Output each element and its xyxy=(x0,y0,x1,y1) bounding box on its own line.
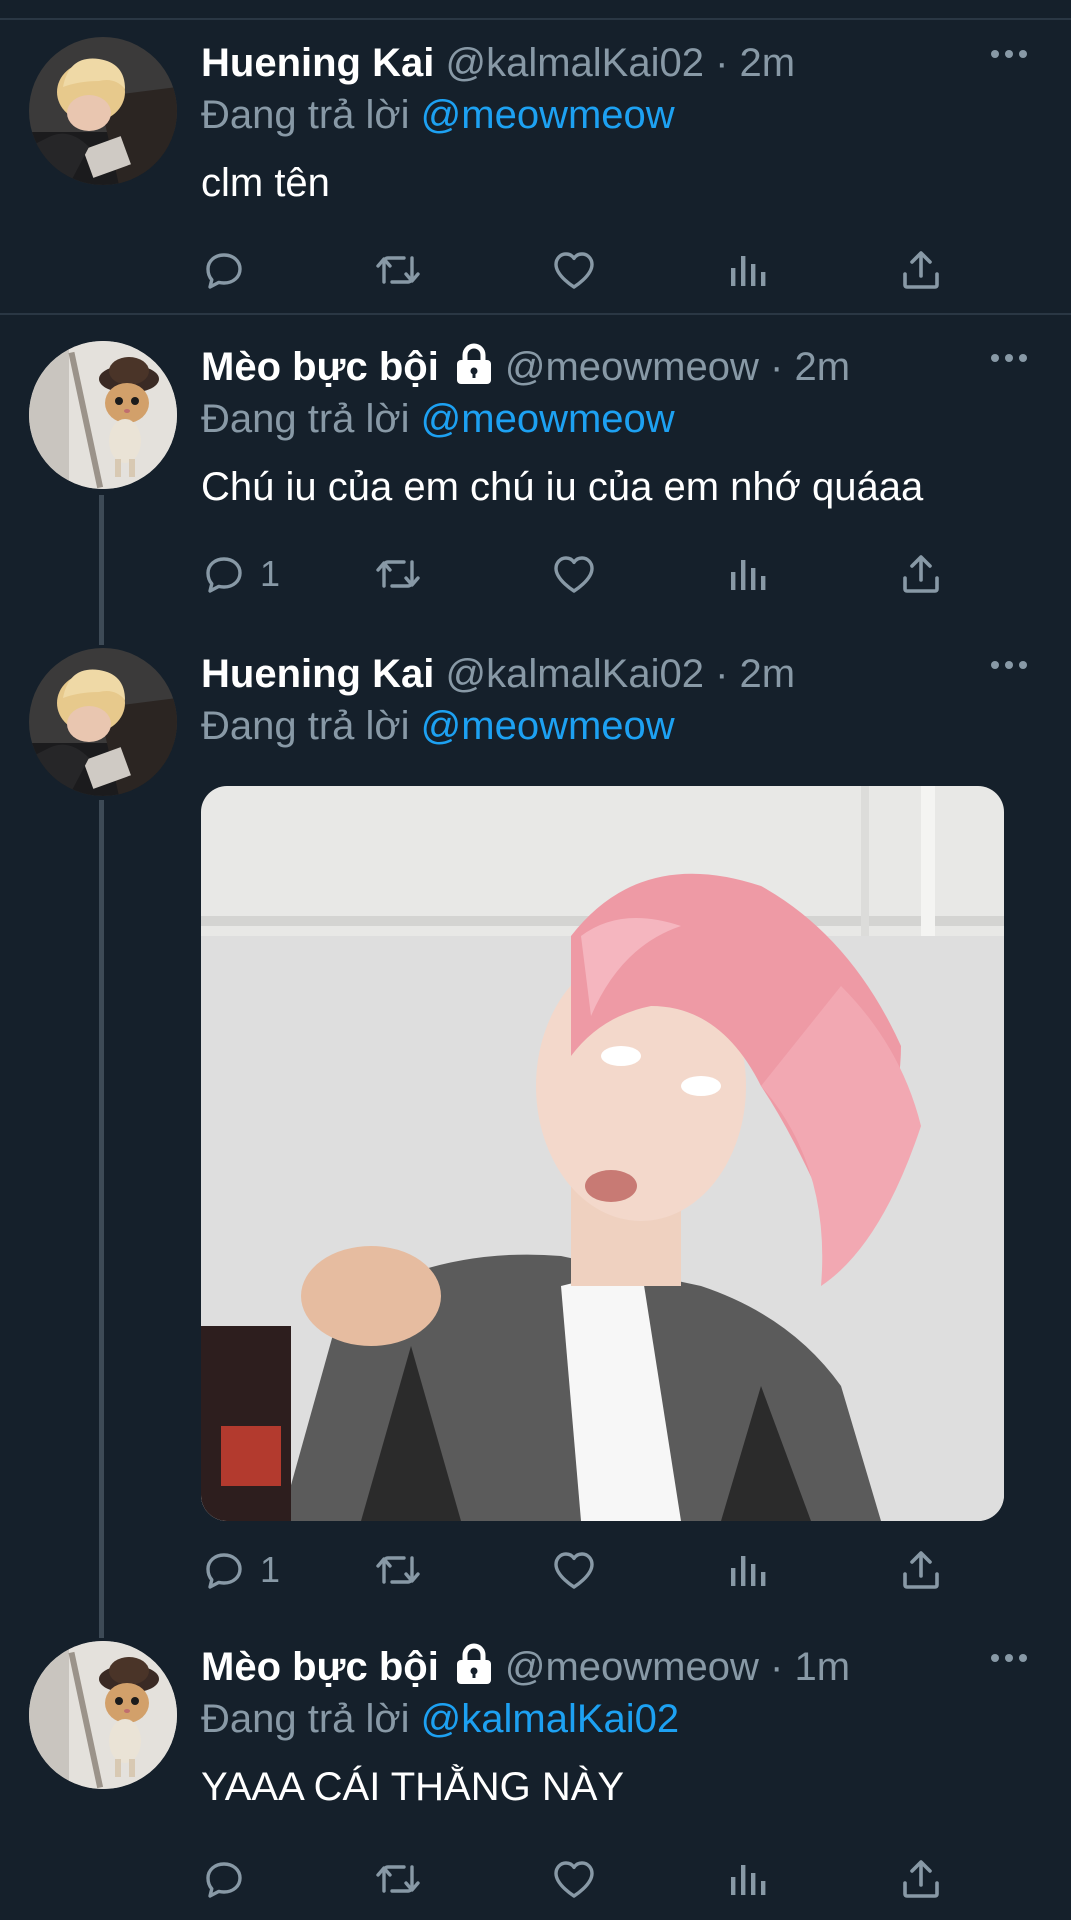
reply-button[interactable] xyxy=(200,242,260,298)
user-handle[interactable]: @kalmalKai02 xyxy=(445,41,704,85)
tweet-header: Mèo bực bội @meowmeow · 1m xyxy=(201,1641,850,1693)
separator-dot: · xyxy=(715,41,729,85)
replying-to: Đang trả lời @kalmalKai02 xyxy=(201,1693,679,1745)
analytics-icon xyxy=(723,246,771,294)
reply-count: 1 xyxy=(260,553,281,594)
retweet-icon xyxy=(374,246,422,294)
avatar[interactable] xyxy=(29,341,177,489)
separator-dot: · xyxy=(715,652,729,696)
reply-count: 1 xyxy=(260,1549,281,1590)
share-button[interactable] xyxy=(897,546,945,602)
share-icon xyxy=(897,246,945,294)
tweet[interactable]: Mèo bực bội @meowmeow · 1m Đang trả lời @… xyxy=(0,1641,1071,1920)
user-handle[interactable]: @meowmeow xyxy=(505,1645,759,1689)
timestamp[interactable]: 2m xyxy=(740,652,796,696)
tweet-text: clm tên xyxy=(201,161,330,205)
more-icon[interactable] xyxy=(987,650,1031,680)
mention-link[interactable]: @meowmeow xyxy=(421,93,675,137)
separator-dot: · xyxy=(770,345,784,389)
retweet-icon xyxy=(374,550,422,598)
analytics-button[interactable] xyxy=(723,242,771,298)
more-icon[interactable] xyxy=(987,343,1031,373)
mention-link[interactable]: @meowmeow xyxy=(421,397,675,441)
analytics-button[interactable] xyxy=(723,1542,771,1598)
analytics-icon xyxy=(723,1546,771,1594)
display-name[interactable]: Huening Kai xyxy=(201,41,434,85)
user-handle[interactable]: @meowmeow xyxy=(505,345,759,389)
share-button[interactable] xyxy=(897,1542,945,1598)
reply-icon xyxy=(200,246,248,294)
replying-to-label: Đang trả lời xyxy=(201,704,410,748)
like-button[interactable] xyxy=(550,1542,598,1598)
tweet-divider xyxy=(0,313,1071,315)
display-name[interactable]: Mèo bực bội xyxy=(201,1645,439,1689)
retweet-button[interactable] xyxy=(374,546,422,602)
like-icon xyxy=(550,550,598,598)
like-button[interactable] xyxy=(550,242,598,298)
retweet-button[interactable] xyxy=(374,1851,422,1907)
analytics-icon xyxy=(723,1855,771,1903)
mention-link[interactable]: @meowmeow xyxy=(421,704,675,748)
avatar[interactable] xyxy=(29,1641,177,1789)
share-button[interactable] xyxy=(897,242,945,298)
tweet-text: Chú iu của em chú iu của em nhớ quáaa xyxy=(201,465,924,509)
tweet-actions xyxy=(0,1851,1071,1907)
display-name[interactable]: Huening Kai xyxy=(201,652,434,696)
timestamp[interactable]: 2m xyxy=(794,345,850,389)
share-icon xyxy=(897,1546,945,1594)
separator-dot: · xyxy=(770,1645,784,1689)
analytics-button[interactable] xyxy=(723,546,771,602)
tweet-header: Huening Kai @kalmalKai02 · 2m xyxy=(201,37,795,89)
avatar[interactable] xyxy=(29,37,177,185)
tweet-header: Mèo bực bội @meowmeow · 2m xyxy=(201,341,850,393)
reply-icon xyxy=(200,1855,248,1903)
more-icon[interactable] xyxy=(987,39,1031,69)
retweet-button[interactable] xyxy=(374,242,422,298)
like-button[interactable] xyxy=(550,1851,598,1907)
tweet-actions: 1 xyxy=(0,1542,1071,1598)
retweet-icon xyxy=(374,1546,422,1594)
share-icon xyxy=(897,550,945,598)
replying-to-label: Đang trả lời xyxy=(201,1697,410,1741)
reply-icon xyxy=(200,550,248,598)
replying-to: Đang trả lời @meowmeow xyxy=(201,393,675,445)
share-icon xyxy=(897,1855,945,1903)
tweet[interactable]: Mèo bực bội @meowmeow · 2m Đang trả lời @… xyxy=(0,341,1071,611)
top-divider xyxy=(0,18,1071,20)
share-button[interactable] xyxy=(897,1851,945,1907)
replying-to: Đang trả lời @meowmeow xyxy=(201,89,675,141)
more-icon[interactable] xyxy=(987,1643,1031,1673)
like-icon xyxy=(550,246,598,294)
replying-to-label: Đang trả lời xyxy=(201,397,410,441)
reply-icon xyxy=(200,1546,248,1594)
tweet-media-photo[interactable] xyxy=(201,786,1004,1521)
lock-icon xyxy=(453,1642,495,1686)
replying-to-label: Đang trả lời xyxy=(201,93,410,137)
lock-icon xyxy=(453,342,495,386)
like-icon xyxy=(550,1855,598,1903)
analytics-icon xyxy=(723,550,771,598)
mention-link[interactable]: @kalmalKai02 xyxy=(421,1697,680,1741)
retweet-button[interactable] xyxy=(374,1542,422,1598)
reply-button[interactable] xyxy=(200,1851,260,1907)
avatar[interactable] xyxy=(29,648,177,796)
like-icon xyxy=(550,1546,598,1594)
timestamp[interactable]: 1m xyxy=(794,1645,850,1689)
replying-to: Đang trả lời @meowmeow xyxy=(201,700,675,752)
like-button[interactable] xyxy=(550,546,598,602)
user-handle[interactable]: @kalmalKai02 xyxy=(445,652,704,696)
tweet-actions: 1 xyxy=(0,546,1071,602)
retweet-icon xyxy=(374,1855,422,1903)
reply-button[interactable]: 1 xyxy=(200,1542,280,1598)
timestamp[interactable]: 2m xyxy=(740,41,796,85)
tweet[interactable]: Huening Kai @kalmalKai02 · 2m Đang trả l… xyxy=(0,37,1071,307)
tweet-header: Huening Kai @kalmalKai02 · 2m xyxy=(201,648,795,700)
reply-button[interactable]: 1 xyxy=(200,546,280,602)
display-name[interactable]: Mèo bực bội xyxy=(201,345,439,389)
tweet-text: YAAA CÁI THẰNG NÀY xyxy=(201,1765,625,1809)
analytics-button[interactable] xyxy=(723,1851,771,1907)
tweet-actions xyxy=(0,242,1071,298)
